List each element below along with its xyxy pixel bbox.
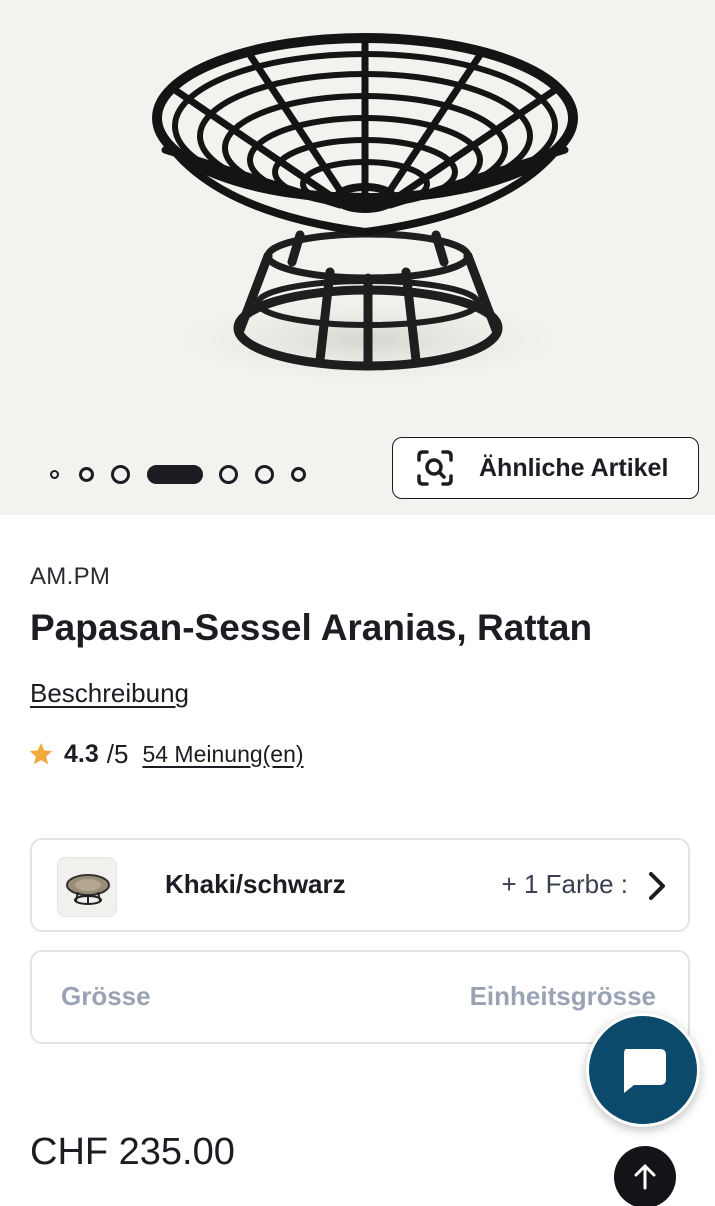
arrow-up-icon [634,1164,656,1190]
gallery-dot[interactable] [255,464,274,484]
rating-scale: /5 [106,738,129,769]
gallery-pagination [50,462,323,486]
chat-button[interactable] [586,1013,700,1127]
similar-items-label: Ähnliche Artikel [479,453,669,482]
star-icon [29,742,53,765]
chat-bubble-icon [624,1049,666,1093]
chevron-right-icon [649,872,665,900]
similar-items-button[interactable]: Ähnliche Artikel [392,437,699,499]
product-price: CHF 235.00 [30,1131,235,1173]
gallery-dot[interactable] [219,464,238,484]
size-selector[interactable]: Grösse Einheitsgrösse [30,950,690,1044]
selected-color-name: Khaki/schwarz [165,869,346,899]
gallery-dot-active[interactable] [147,464,203,484]
product-page: Ähnliche Artikel AM.PM Papasan-Sessel Ar… [0,0,715,1206]
gallery-dot[interactable] [79,466,94,482]
gallery-dot[interactable] [50,469,59,479]
size-value: Einheitsgrösse [469,981,656,1011]
color-variant-selector[interactable]: Khaki/schwarz + 1 Farbe : [30,838,690,932]
product-image-gallery[interactable]: Ähnliche Artikel [0,0,715,515]
reviews-link[interactable]: 54 Meinung(en) [142,741,303,768]
size-label: Grösse [61,981,151,1011]
gallery-dot[interactable] [111,464,130,484]
more-colors-label: + 1 Farbe : [501,869,628,899]
back-to-top-button[interactable] [614,1146,676,1206]
product-title: Papasan-Sessel Aranias, Rattan [30,607,593,648]
product-brand[interactable]: AM.PM [30,563,110,591]
rating-score: 4.3 [64,739,99,768]
description-link[interactable]: Beschreibung [30,678,189,709]
gallery-dot[interactable] [291,466,306,482]
image-search-icon [417,450,453,486]
variant-thumbnail [57,857,117,917]
product-rating: 4.3 /5 54 Meinung(en) [28,736,304,772]
